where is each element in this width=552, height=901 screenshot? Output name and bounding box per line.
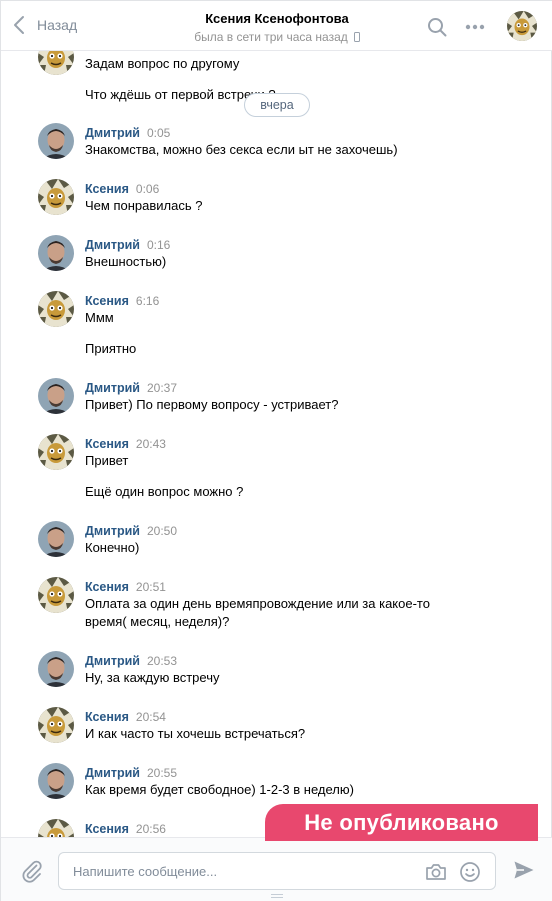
message-time[interactable]: 20:55	[147, 766, 177, 780]
message-meta: Ксения 20:56	[85, 821, 166, 837]
phone-icon	[353, 32, 360, 42]
message-text: Знакомства, можно без секса если ыт не з…	[85, 142, 398, 157]
message-meta: Дмитрий 20:50	[85, 523, 177, 539]
message-text: Задам вопрос по другому	[85, 56, 240, 71]
message-input[interactable]: Напишите сообщение...	[58, 852, 496, 890]
message-time[interactable]: 0:05	[147, 126, 170, 140]
avatar[interactable]	[38, 378, 74, 414]
message-meta: Дмитрий 0:05	[85, 125, 170, 141]
avatar-illustration-icon	[38, 577, 74, 613]
avatar[interactable]	[38, 577, 74, 613]
author-link[interactable]: Ксения	[85, 182, 129, 196]
unpublished-stamp: Не опубликовано	[265, 804, 538, 841]
message-text: Ммм	[85, 310, 114, 325]
header-avatar[interactable]	[507, 11, 537, 41]
message-meta: Дмитрий 0:16	[85, 237, 170, 253]
author-link[interactable]: Ксения	[85, 822, 129, 836]
message-time[interactable]: 20:50	[147, 524, 177, 538]
message-time[interactable]: 0:06	[136, 182, 159, 196]
message-meta: Ксения 20:51	[85, 579, 166, 595]
author-link[interactable]: Ксения	[85, 580, 129, 594]
message-time[interactable]: 20:56	[136, 822, 166, 836]
avatar-illustration-icon	[38, 819, 74, 837]
message-text: Внешностью)	[85, 254, 167, 269]
message-text: Привет) По первому вопросу - устривает?	[85, 397, 339, 412]
avatar-illustration-icon	[38, 707, 74, 743]
author-link[interactable]: Ксения	[85, 710, 129, 724]
avatar[interactable]	[38, 651, 74, 687]
chat-status: была в сети три часа назад	[1, 30, 552, 44]
message-composer: Напишите сообщение...	[1, 837, 552, 901]
avatar-photo-icon	[38, 763, 74, 799]
message-meta: Ксения 20:54	[85, 709, 166, 725]
author-link[interactable]: Дмитрий	[85, 126, 140, 140]
author-link[interactable]: Дмитрий	[85, 766, 140, 780]
message-input-placeholder: Напишите сообщение...	[73, 864, 218, 879]
message-time[interactable]: 20:51	[136, 580, 166, 594]
camera-icon[interactable]	[425, 862, 447, 882]
message-time[interactable]: 20:53	[147, 654, 177, 668]
smile-icon[interactable]	[459, 861, 481, 883]
message-meta: Дмитрий 20:55	[85, 765, 177, 781]
author-link[interactable]: Ксения	[85, 437, 129, 451]
avatar[interactable]	[38, 763, 74, 799]
message-meta: Дмитрий 20:53	[85, 653, 177, 669]
message-text: Привет	[85, 453, 129, 468]
avatar-photo-icon	[38, 378, 74, 414]
search-icon[interactable]	[427, 17, 447, 37]
message-meta: Ксения 6:16	[85, 293, 159, 309]
message-text: Ну, за каждую встречу	[85, 670, 220, 685]
author-link[interactable]: Дмитрий	[85, 524, 140, 538]
message-time[interactable]: 0:16	[147, 238, 170, 252]
author-link[interactable]: Дмитрий	[85, 238, 140, 252]
paperclip-icon[interactable]	[20, 859, 44, 883]
avatar-photo-icon	[38, 651, 74, 687]
avatar[interactable]	[38, 707, 74, 743]
avatar[interactable]	[38, 521, 74, 557]
message-text: Приятно	[85, 341, 137, 356]
avatar-photo-icon	[38, 521, 74, 557]
avatar-illustration-icon	[38, 291, 74, 327]
message-meta: Ксения 20:43	[85, 436, 166, 452]
avatar-photo-icon	[38, 235, 74, 271]
message-text: Конечно)	[85, 540, 140, 555]
message-time[interactable]: 20:54	[136, 710, 166, 724]
message-text: И как часто ты хочешь встречаться?	[85, 726, 306, 741]
avatar[interactable]	[38, 123, 74, 159]
avatar-illustration-icon	[38, 434, 74, 470]
avatar-illustration-icon	[507, 11, 537, 41]
chat-window: вчера Задам вопрос по другому Что ждёшь …	[0, 0, 552, 901]
avatar[interactable]	[38, 434, 74, 470]
message-meta: Дмитрий 20:37	[85, 380, 177, 396]
last-seen-text: была в сети три часа назад	[194, 30, 348, 44]
author-link[interactable]: Дмитрий	[85, 381, 140, 395]
avatar-illustration-icon	[38, 179, 74, 215]
author-link[interactable]: Ксения	[85, 294, 129, 308]
avatar[interactable]	[38, 179, 74, 215]
message-text: Оплата за один день времяпровождение или…	[85, 596, 430, 629]
message-time[interactable]: 20:43	[136, 437, 166, 451]
message-time[interactable]: 6:16	[136, 294, 159, 308]
avatar[interactable]	[38, 235, 74, 271]
message-list[interactable]: вчера Задам вопрос по другому Что ждёшь …	[1, 37, 552, 837]
send-icon[interactable]	[513, 860, 535, 880]
avatar-photo-icon	[38, 123, 74, 159]
author-link[interactable]: Дмитрий	[85, 654, 140, 668]
avatar[interactable]	[38, 291, 74, 327]
message-text: Как время будет свободное) 1-2-3 в недел…	[85, 782, 354, 797]
message-meta: Ксения 0:06	[85, 181, 159, 197]
avatar[interactable]	[38, 819, 74, 837]
more-icon[interactable]	[465, 24, 485, 30]
chat-header: Назад Ксения Ксенофонтова была в сети тр…	[1, 1, 552, 51]
message-text: Ещё один вопрос можно ?	[85, 484, 244, 499]
resize-grip[interactable]	[271, 894, 283, 898]
date-separator: вчера	[244, 93, 310, 117]
message-time[interactable]: 20:37	[147, 381, 177, 395]
message-text: Чем понравилась ?	[85, 198, 203, 213]
